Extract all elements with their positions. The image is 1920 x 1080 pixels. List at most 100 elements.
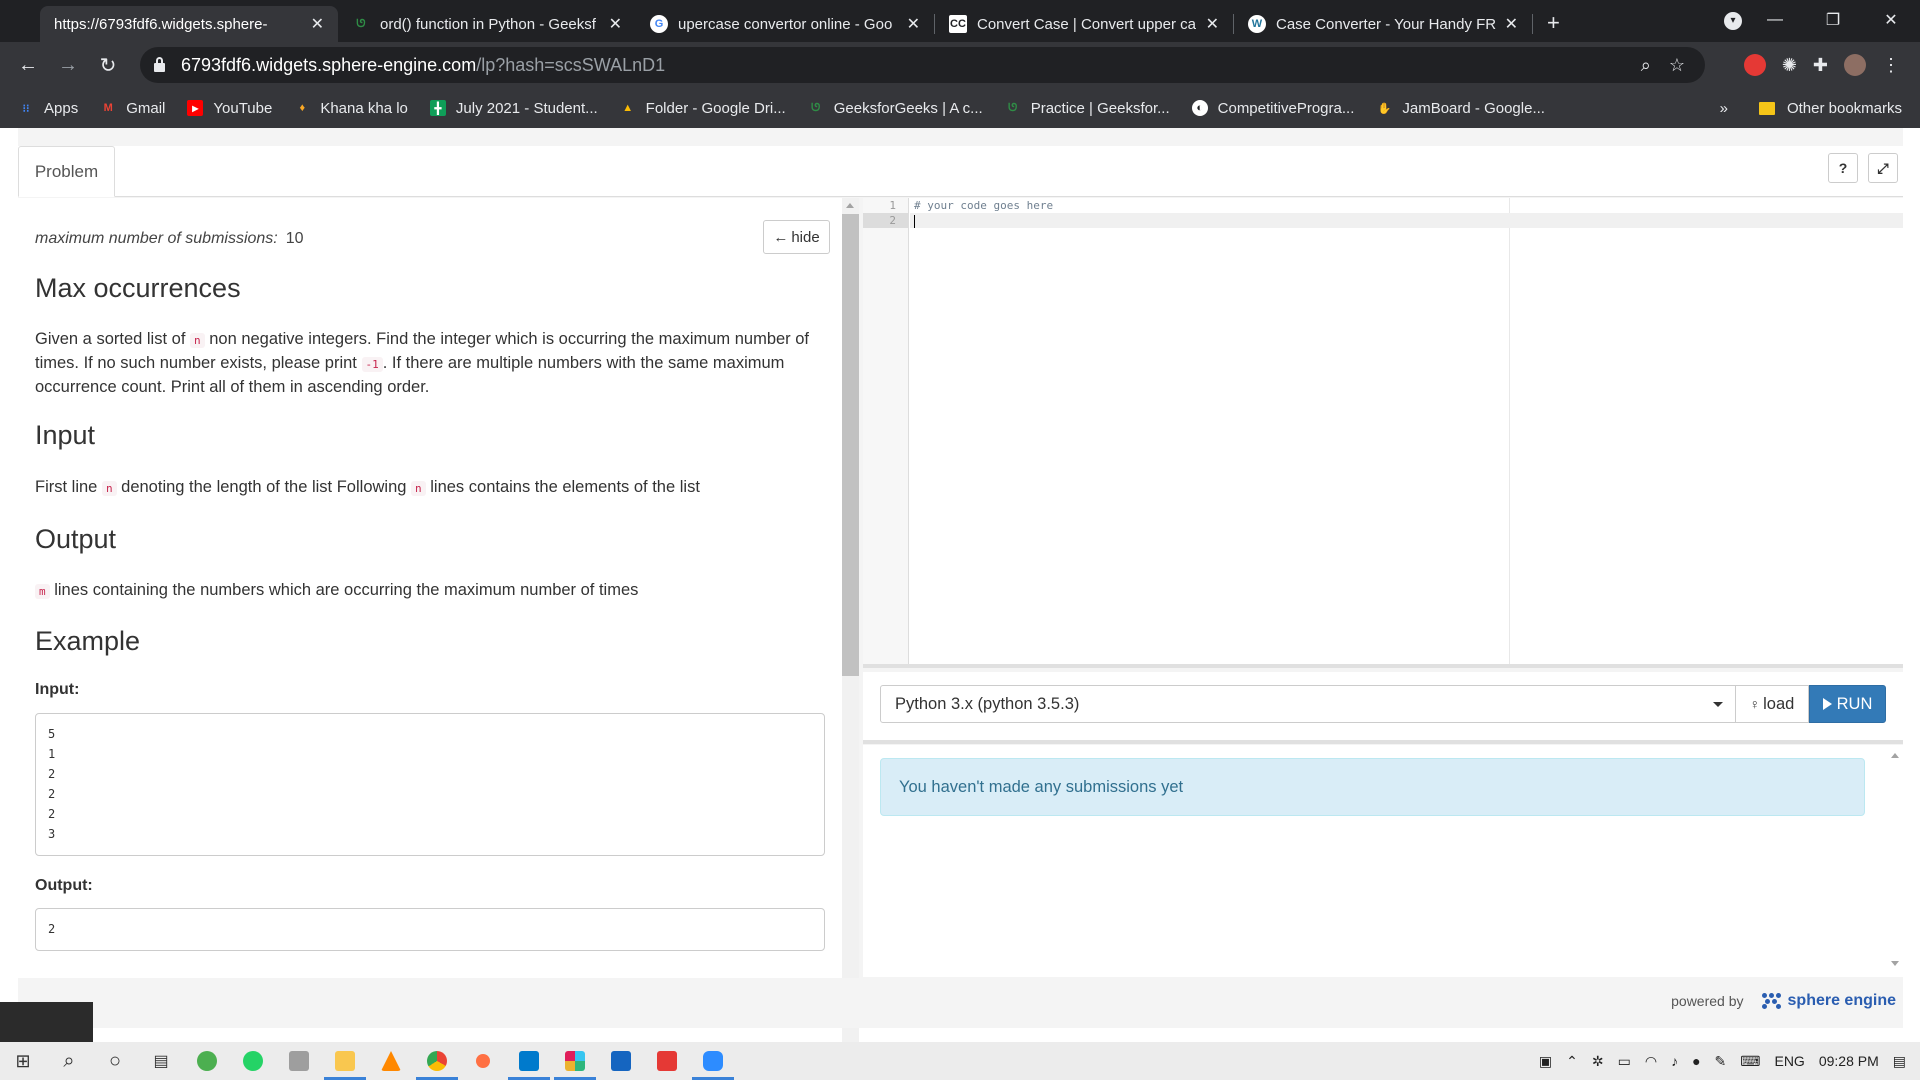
close-tab-icon[interactable]: ✕ <box>1206 14 1219 34</box>
new-tab-icon[interactable]: + <box>1547 10 1560 36</box>
powered-by: powered by sphere engine <box>1671 992 1896 1010</box>
play-icon <box>1822 698 1832 710</box>
tab-search-icon[interactable]: ▾ <box>1724 12 1742 30</box>
close-tab-icon[interactable]: ✕ <box>1505 14 1518 34</box>
reload-icon[interactable]: ↻ <box>88 53 128 78</box>
taskbar-app[interactable] <box>184 1042 230 1080</box>
hide-button[interactable]: ← hide <box>763 220 830 254</box>
zoom-icon <box>703 1051 723 1071</box>
clock[interactable]: 09:28 PM <box>1819 1053 1879 1069</box>
more-bookmarks-icon[interactable]: » <box>1720 100 1728 117</box>
taskbar-app[interactable] <box>230 1042 276 1080</box>
scroll-up-icon[interactable] <box>846 203 854 208</box>
taskbar-app[interactable] <box>644 1042 690 1080</box>
code-editor[interactable]: 1 2 # your code goes here <box>863 198 1903 668</box>
battery-icon[interactable]: ▭ <box>1618 1053 1631 1070</box>
powered-by-label: powered by <box>1671 993 1744 1009</box>
browser-tab-active[interactable]: https://6793fdf6.widgets.sphere- ✕ <box>40 6 338 42</box>
taskbar-app[interactable] <box>598 1042 644 1080</box>
run-label: RUN <box>1836 694 1873 713</box>
bookmark-star-icon[interactable]: ☆ <box>1669 55 1685 76</box>
bookmark-practice[interactable]: ᘎ Practice | Geeksfor... <box>1005 100 1170 117</box>
task-view-icon: ▤ <box>153 1053 169 1070</box>
bookmark-apps[interactable]: ⁝⁝ Apps <box>18 100 79 117</box>
settings-extension-icon[interactable]: ✺ <box>1782 55 1797 76</box>
tab-title: upercase convertor online - Goo <box>678 15 893 33</box>
bluetooth-icon[interactable]: ✲ <box>1592 1053 1604 1070</box>
fullscreen-button[interactable]: ⤢ <box>1868 153 1898 183</box>
bookmark-label: GeeksforGeeks | A c... <box>833 99 983 117</box>
bookmark-cp[interactable]: ◐ CompetitiveProgra... <box>1191 100 1354 117</box>
sphere-engine-logo[interactable]: sphere engine <box>1761 992 1896 1010</box>
taskbar-app[interactable] <box>322 1042 368 1080</box>
language-select[interactable]: Python 3.x (python 3.5.3) <box>880 685 1736 723</box>
microphone-icon[interactable]: ● <box>1692 1053 1700 1069</box>
close-tab-icon[interactable]: ✕ <box>907 14 920 34</box>
task-view-button[interactable]: ▤ <box>138 1042 184 1080</box>
browser-tab[interactable]: ᘎ ord() function in Python - Geeksf ✕ <box>338 6 636 42</box>
adblock-icon[interactable] <box>1743 54 1766 76</box>
browser-tab[interactable]: W Case Converter - Your Handy FRE ✕ <box>1234 6 1532 42</box>
zoom-icon[interactable]: ⌕ <box>1641 55 1651 76</box>
output-heading: Output <box>35 524 117 554</box>
taskbar-app[interactable] <box>506 1042 552 1080</box>
problem-scrollbar[interactable] <box>842 198 859 1080</box>
keyboard-layout-icon[interactable]: ▣ <box>1539 1053 1552 1070</box>
bookmark-jamboard[interactable]: ✋ JamBoard - Google... <box>1376 100 1545 117</box>
bookmark-drive[interactable]: ▲ Folder - Google Dri... <box>620 100 786 117</box>
load-label: load <box>1763 694 1795 713</box>
touch-keyboard-icon[interactable]: ⌨ <box>1740 1053 1760 1070</box>
browser-tab[interactable]: CC Convert Case | Convert upper ca ✕ <box>935 6 1233 42</box>
bookmark-gmail[interactable]: M Gmail <box>100 100 166 117</box>
taskbar-app[interactable] <box>460 1042 506 1080</box>
chevron-down-icon <box>1713 702 1723 707</box>
code-area[interactable]: # your code goes here <box>910 198 1903 228</box>
help-button[interactable]: ? <box>1828 153 1858 183</box>
bookmark-youtube[interactable]: ▶ YouTube <box>187 100 272 117</box>
chevron-up-icon[interactable]: ⌃ <box>1566 1053 1578 1070</box>
taskbar-app[interactable] <box>368 1042 414 1080</box>
taskbar-app[interactable] <box>552 1042 598 1080</box>
close-window-icon[interactable]: ✕ <box>1862 10 1920 30</box>
wifi-icon[interactable]: ◠ <box>1645 1053 1657 1070</box>
run-button[interactable]: RUN <box>1809 685 1886 723</box>
volume-icon[interactable]: ♪ <box>1671 1053 1678 1069</box>
gfg-icon: ᘎ <box>811 101 821 114</box>
minimize-icon[interactable]: — <box>1746 11 1804 29</box>
close-tab-icon[interactable]: ✕ <box>609 14 622 34</box>
menu-kebab-icon[interactable]: ⋮ <box>1882 55 1900 76</box>
taskbar-app[interactable] <box>414 1042 460 1080</box>
taskbar-app[interactable] <box>690 1042 736 1080</box>
close-tab-icon[interactable]: ✕ <box>311 14 324 34</box>
notifications-icon[interactable]: ▤ <box>1893 1053 1906 1070</box>
line-gutter: 1 2 <box>863 198 909 664</box>
restore-icon[interactable]: ❐ <box>1804 10 1862 30</box>
hide-label: hide <box>791 228 820 246</box>
widget-footer <box>18 978 1903 1028</box>
other-bookmarks[interactable]: Other bookmarks <box>1758 100 1902 117</box>
scroll-down-icon[interactable] <box>1891 961 1899 966</box>
start-button[interactable]: ⊞ <box>0 1042 46 1080</box>
load-button[interactable]: ♀ load <box>1736 685 1809 723</box>
address-bar[interactable]: 6793fdf6.widgets.sphere-engine.com/lp?ha… <box>140 47 1705 83</box>
results-scrollbar[interactable] <box>1886 745 1903 977</box>
tab-problem[interactable]: Problem <box>18 146 115 197</box>
browser-tab[interactable]: G upercase convertor online - Goo ✕ <box>636 6 934 42</box>
scroll-up-icon[interactable] <box>1891 753 1899 758</box>
extensions-puzzle-icon[interactable]: ✚ <box>1813 55 1828 76</box>
pen-icon[interactable]: ✎ <box>1715 1053 1727 1070</box>
bookmark-sheet[interactable]: ╋ July 2021 - Student... <box>429 100 598 117</box>
youtube-icon: ▶ <box>187 100 204 116</box>
language-indicator[interactable]: ENG <box>1774 1053 1804 1069</box>
tab-title: ord() function in Python - Geeksf <box>380 15 596 33</box>
forward-icon[interactable]: → <box>48 54 88 77</box>
scroll-thumb[interactable] <box>842 214 859 676</box>
search-button[interactable]: ⌕ <box>46 1042 92 1080</box>
avatar[interactable] <box>1844 54 1866 76</box>
search-icon: ⌕ <box>63 1049 75 1072</box>
bookmark-khana[interactable]: ♦ Khana kha lo <box>294 100 408 117</box>
bookmark-gfg[interactable]: ᘎ GeeksforGeeks | A c... <box>808 100 983 117</box>
cortana-button[interactable]: ○ <box>92 1042 138 1080</box>
taskbar-app[interactable] <box>276 1042 322 1080</box>
back-icon[interactable]: ← <box>8 54 48 77</box>
